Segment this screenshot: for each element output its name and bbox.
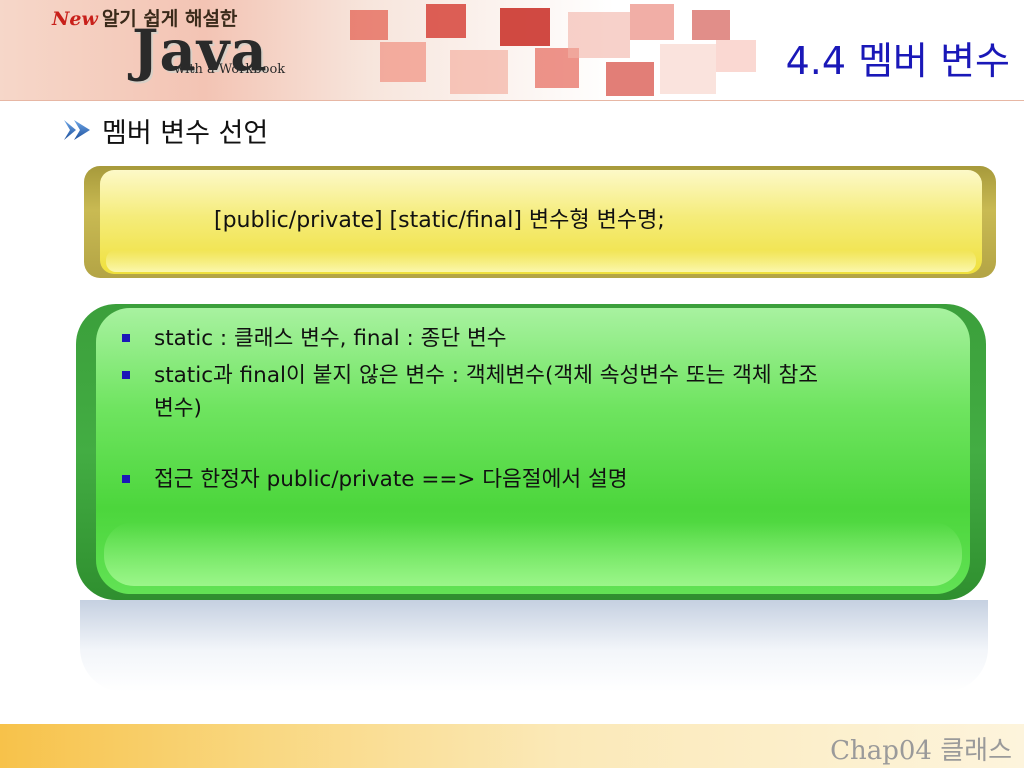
bullet-box-reflection	[80, 600, 988, 692]
bullet-square-icon	[122, 334, 130, 342]
bullet-square-icon	[122, 371, 130, 379]
java-logo: New 알기 쉽게 해설한 Java with a Workbook	[52, 2, 312, 98]
arrow-right-icon	[64, 120, 90, 140]
logo-new: New	[52, 8, 98, 30]
bullet-box-shine	[104, 522, 962, 586]
list-item-text: static : 클래스 변수, final : 종단 변수	[154, 326, 507, 351]
page-title: 4.4 멤버 변수	[785, 39, 1010, 83]
list-item-text-continued: 변수)	[154, 396, 202, 421]
bullet-square-icon	[122, 475, 130, 483]
syntax-text: [public/private] [static/final] 변수형 변수명;	[214, 208, 665, 233]
syntax-box-shine	[106, 250, 976, 272]
list-item-text: static과 final이 붙지 않은 변수 : 객체변수(객체 속성변수 또…	[154, 363, 819, 388]
section-heading: 멤버 변수 선언	[62, 112, 269, 149]
list-item-text: 접근 한정자 public/private ==> 다음절에서 설명	[154, 467, 628, 492]
logo-sub: with a Workbook	[174, 62, 286, 77]
footer-chapter: Chap04 클래스	[830, 736, 1012, 766]
header-banner: New 알기 쉽게 해설한 Java with a Workbook 4.4 멤버…	[0, 0, 1024, 101]
section-heading-text: 멤버 변수 선언	[102, 117, 269, 149]
